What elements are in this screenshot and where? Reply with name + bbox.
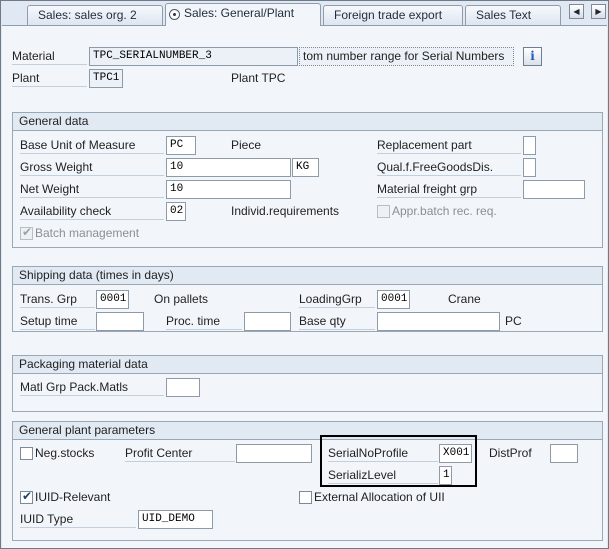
group-title: General data xyxy=(13,113,602,131)
availability-check-label: Availability check xyxy=(20,203,164,220)
tab-label: Sales Text xyxy=(476,8,532,22)
weight-unit-field[interactable]: KG xyxy=(292,158,319,177)
tab-sales-org-2[interactable]: Sales: sales org. 2 xyxy=(27,5,163,25)
group-title: Shipping data (times in days) xyxy=(13,267,602,285)
base-qty-unit: PC xyxy=(505,314,522,328)
loading-grp-description: Crane xyxy=(448,292,481,306)
setup-time-field[interactable] xyxy=(96,312,144,331)
proc-time-field[interactable] xyxy=(244,312,291,331)
tab-label: Sales: sales org. 2 xyxy=(38,8,137,22)
material-field[interactable]: TPC_SERIALNUMBER_3 xyxy=(89,47,298,66)
base-qty-label: Base qty xyxy=(299,313,375,330)
profit-center-field[interactable] xyxy=(236,444,312,463)
base-uom-description: Piece xyxy=(231,138,262,152)
base-uom-field[interactable]: PC xyxy=(166,136,196,155)
group-title: Packaging material data xyxy=(13,356,602,374)
tab-strip: Sales: sales org. 2 Sales: General/Plant… xyxy=(1,1,608,26)
material-description[interactable]: tom number range for Serial Numbers xyxy=(299,47,514,66)
check-icon: ✔ xyxy=(22,225,33,239)
iuid-relevant-label: IUID-Relevant xyxy=(35,490,111,504)
info-icon[interactable]: i xyxy=(523,47,542,66)
base-qty-field[interactable] xyxy=(377,312,500,331)
freight-grp-field[interactable] xyxy=(523,180,585,199)
iuid-type-field[interactable]: UID_DEMO xyxy=(138,510,213,529)
neg-stocks-checkbox[interactable] xyxy=(20,447,33,460)
gross-weight-label: Gross Weight xyxy=(20,159,164,176)
matl-grp-field[interactable] xyxy=(166,378,200,397)
trans-grp-label: Trans. Grp xyxy=(20,291,95,308)
tab-scroll-left-icon[interactable]: ◀ xyxy=(569,4,584,19)
loading-grp-field[interactable]: 0001 xyxy=(377,290,410,309)
iuid-type-label: IUID Type xyxy=(20,511,136,528)
iuid-relevant-checkbox[interactable]: ✔ xyxy=(20,489,33,504)
setup-time-label: Setup time xyxy=(20,313,95,330)
dist-prof-label: DistProf xyxy=(489,446,532,460)
serial-level-field[interactable]: 1 xyxy=(439,466,452,485)
serial-profile-field[interactable]: X001 xyxy=(439,444,472,463)
material-label: Material xyxy=(12,48,87,65)
tab-label: Sales: General/Plant xyxy=(184,6,295,20)
batch-management-label: Batch management xyxy=(35,226,140,240)
neg-stocks-label: Neg.stocks xyxy=(35,446,95,460)
serial-profile-label: SerialNoProfile xyxy=(328,445,438,462)
trans-grp-description: On pallets xyxy=(154,292,209,306)
qual-free-goods-label: Qual.f.FreeGoodsDis. xyxy=(377,159,521,176)
replacement-part-field[interactable] xyxy=(523,136,536,155)
gross-weight-field[interactable]: 10 xyxy=(166,158,291,177)
base-uom-label: Base Unit of Measure xyxy=(20,137,164,154)
tab-label: Foreign trade export xyxy=(334,8,443,22)
active-tab-icon xyxy=(169,9,180,20)
net-weight-label: Net Weight xyxy=(20,181,164,198)
window-frame: Sales: sales org. 2 Sales: General/Plant… xyxy=(0,0,609,549)
profit-center-label: Profit Center xyxy=(125,445,235,462)
plant-field[interactable]: TPC1 xyxy=(89,69,123,88)
batch-management-checkbox: ✔ xyxy=(20,225,33,240)
matl-grp-label: Matl Grp Pack.Matls xyxy=(20,379,164,396)
proc-time-label: Proc. time xyxy=(166,313,242,330)
check-icon: ✔ xyxy=(22,489,33,503)
dist-prof-field[interactable] xyxy=(550,444,578,463)
appr-batch-checkbox xyxy=(377,205,390,218)
availability-description: Individ.requirements xyxy=(231,204,340,218)
plant-label: Plant xyxy=(12,70,87,87)
tab-sales-general-plant[interactable]: Sales: General/Plant xyxy=(165,3,321,26)
replacement-part-label: Replacement part xyxy=(377,137,521,154)
plant-description: Plant TPC xyxy=(231,71,286,85)
appr-batch-label: Appr.batch rec. req. xyxy=(392,204,497,218)
net-weight-field[interactable]: 10 xyxy=(166,180,291,199)
serial-level-label: SerializLevel xyxy=(328,467,438,484)
availability-check-field[interactable]: 02 xyxy=(166,202,186,221)
tab-sales-text[interactable]: Sales Text xyxy=(465,5,561,25)
tab-page: Material TPC_SERIALNUMBER_3 tom number r… xyxy=(2,26,607,548)
freight-grp-label: Material freight grp xyxy=(377,181,521,198)
tab-foreign-trade-export[interactable]: Foreign trade export xyxy=(323,5,463,25)
qual-free-goods-field[interactable] xyxy=(523,158,536,177)
group-title: General plant parameters xyxy=(13,422,602,440)
loading-grp-label: LoadingGrp xyxy=(299,291,375,308)
external-allocation-checkbox[interactable] xyxy=(299,491,312,504)
trans-grp-field[interactable]: 0001 xyxy=(96,290,129,309)
external-allocation-label: External Allocation of UII xyxy=(314,490,445,504)
tab-scroll-right-icon[interactable]: ▶ xyxy=(591,4,606,19)
